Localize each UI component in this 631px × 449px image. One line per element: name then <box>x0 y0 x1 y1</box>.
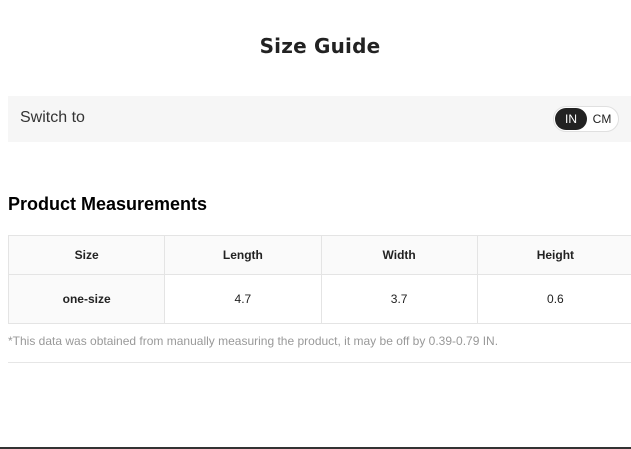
height-cell: 0.6 <box>476 274 631 324</box>
column-header-length: Length <box>164 235 322 275</box>
unit-toggle[interactable]: IN CM <box>553 106 619 132</box>
divider <box>8 362 631 363</box>
table-header-row: Size Length Width Height <box>7 235 631 275</box>
measurements-table: Size Length Width Height one-size 4.7 3.… <box>7 235 631 324</box>
page-title: Size Guide <box>259 34 381 58</box>
section-title: Product Measurements <box>8 194 208 214</box>
size-guide-page: Size Guide Switch to IN CM Product Measu… <box>0 0 631 449</box>
width-cell: 3.7 <box>320 274 478 324</box>
unit-option-in[interactable]: IN <box>555 108 587 130</box>
unit-option-cm[interactable]: CM <box>587 108 617 130</box>
unit-switch-bar: Switch to IN CM <box>8 96 631 142</box>
length-cell: 4.7 <box>164 274 322 324</box>
size-cell: one-size <box>7 274 166 324</box>
table-row: one-size 4.7 3.7 0.6 <box>7 274 631 324</box>
column-header-height: Height <box>476 235 631 275</box>
column-header-size: Size <box>7 235 166 275</box>
switch-label: Switch to <box>20 109 85 126</box>
column-header-width: Width <box>320 235 478 275</box>
measurement-note: *This data was obtained from manually me… <box>8 334 499 348</box>
